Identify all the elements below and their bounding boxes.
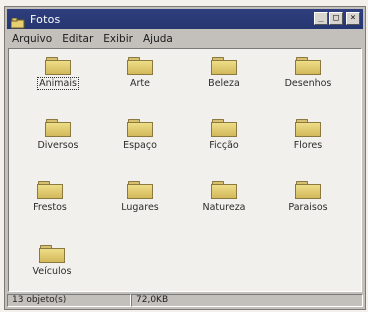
folder-item[interactable]: Desenhos [273, 57, 343, 89]
menu-arquivo[interactable]: Arquivo [7, 33, 57, 45]
folder-item[interactable]: Natureza [189, 181, 259, 213]
close-button[interactable]: × [346, 12, 360, 25]
folder-label: Paraisos [288, 202, 328, 213]
maximize-button[interactable]: □ [329, 12, 343, 25]
status-size: 72,0KB [131, 294, 363, 307]
minimize-button[interactable]: _ [314, 12, 328, 25]
folder-icon [295, 181, 321, 199]
folder-icon [10, 14, 25, 28]
folder-label: Ficção [209, 140, 239, 151]
folder-item[interactable]: Frestos [15, 181, 85, 213]
folder-icon [45, 119, 71, 137]
folder-icon [127, 181, 153, 199]
folder-icon [127, 57, 153, 75]
folder-label: Arte [130, 78, 150, 89]
folder-label: Natureza [202, 202, 246, 213]
folder-icon [45, 57, 71, 75]
folder-view[interactable]: Animais Arte Beleza Desenhos Diversos Es… [8, 48, 362, 292]
folder-label: Diversos [37, 140, 79, 151]
folder-label: Espaço [123, 140, 157, 151]
folder-label: Veículos [32, 266, 72, 277]
folder-label: Beleza [208, 78, 240, 89]
folder-icon [37, 181, 63, 199]
folder-icon [295, 57, 321, 75]
title-bar[interactable]: Fotos _ □ × [7, 9, 363, 29]
folder-item[interactable]: Veículos [17, 245, 87, 277]
folder-item[interactable]: Diversos [23, 119, 93, 151]
folder-icon [39, 245, 65, 263]
folder-item[interactable]: Arte [105, 57, 175, 89]
folder-label: Flores [293, 140, 323, 151]
folder-label: Lugares [121, 202, 159, 213]
status-bar: 13 objeto(s) 72,0KB [7, 294, 363, 307]
menu-editar[interactable]: Editar [57, 33, 98, 45]
folder-icon [295, 119, 321, 137]
window-title: Fotos [30, 12, 61, 26]
folder-item[interactable]: Paraisos [273, 181, 343, 213]
folder-label: Animais [37, 77, 79, 90]
menu-bar: Arquivo Editar Exibir Ajuda [7, 31, 363, 47]
menu-ajuda[interactable]: Ajuda [138, 33, 178, 45]
folder-label: Frestos [33, 202, 67, 213]
folder-item[interactable]: Animais [23, 57, 93, 90]
folder-label: Desenhos [284, 78, 332, 89]
folder-item[interactable]: Beleza [189, 57, 259, 89]
folder-item[interactable]: Espaço [105, 119, 175, 151]
explorer-window: Fotos _ □ × Arquivo Editar Exibir Ajuda … [4, 6, 366, 310]
status-count: 13 objeto(s) [7, 294, 131, 307]
folder-icon [127, 119, 153, 137]
folder-icon [211, 57, 237, 75]
menu-exibir[interactable]: Exibir [98, 33, 138, 45]
folder-icon [211, 181, 237, 199]
folder-item[interactable]: Ficção [189, 119, 259, 151]
folder-item[interactable]: Lugares [105, 181, 175, 213]
folder-item[interactable]: Flores [273, 119, 343, 151]
folder-icon [211, 119, 237, 137]
